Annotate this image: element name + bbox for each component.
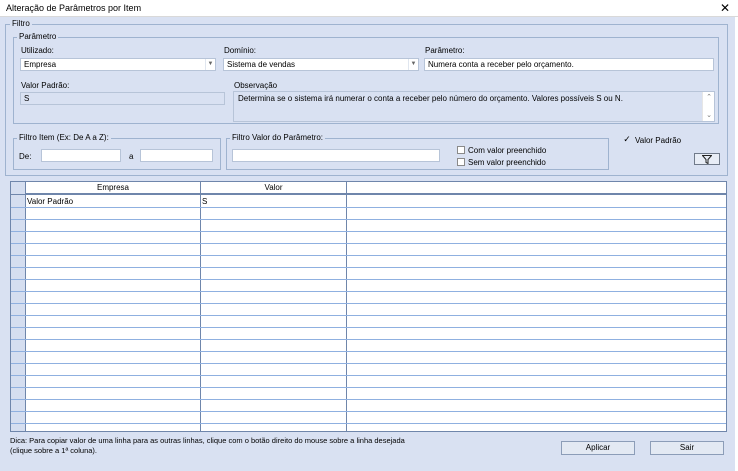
parameter-dialog: Alteração de Parâmetros por Item ✕ Filtr… xyxy=(0,0,738,471)
sem-valor-label: Sem valor preenchido xyxy=(468,158,546,167)
observacao-label: Observação xyxy=(234,81,278,90)
parameter-grid: Empresa Valor Valor Padrão S xyxy=(10,181,727,432)
column-header-valor[interactable]: Valor xyxy=(201,182,347,194)
filter-funnel-icon xyxy=(701,155,713,165)
filtro-valor-legend: Filtro Valor do Parâmetro: xyxy=(230,133,325,143)
column-header-empresa[interactable]: Empresa xyxy=(26,182,201,194)
grid-hline xyxy=(11,267,726,268)
filtro-legend: Filtro xyxy=(10,19,32,29)
a-label: a xyxy=(129,152,134,161)
valor-padrao-value: S xyxy=(24,94,30,103)
grid-hline xyxy=(11,194,726,195)
grid-hline xyxy=(11,243,726,244)
grid-hline xyxy=(11,279,726,280)
utilizado-select[interactable]: Empresa ▼ xyxy=(20,58,216,71)
filtro-valor-input[interactable] xyxy=(232,149,440,162)
de-label: De: xyxy=(19,152,32,161)
parametro-legend: Parâmetro xyxy=(17,32,59,42)
grid-hline xyxy=(11,387,726,388)
cell-valor[interactable]: S xyxy=(202,196,207,207)
utilizado-value: Empresa xyxy=(24,60,57,69)
grid-hline xyxy=(11,423,726,424)
hint-text: Dica: Para copiar valor de uma linha par… xyxy=(10,436,405,455)
valor-padrao-checkbox[interactable]: ✓ xyxy=(623,135,631,144)
grid-hline xyxy=(11,399,726,400)
apply-filter-button[interactable] xyxy=(694,153,720,165)
parametro-label: Parâmetro: xyxy=(425,46,465,55)
filtro-item-legend: Filtro Item (Ex: De A a Z): xyxy=(17,133,111,143)
valor-padrao-field: S xyxy=(20,92,225,105)
memo-scrollbar[interactable]: ⌃ ⌄ xyxy=(702,92,714,121)
dominio-label: Domínio: xyxy=(224,46,257,55)
close-icon[interactable]: ✕ xyxy=(720,1,730,15)
grid-hline xyxy=(11,351,726,352)
window-title: Alteração de Parâmetros por Item xyxy=(6,3,142,13)
grid-hline xyxy=(11,315,726,316)
grid-hline xyxy=(11,255,726,256)
scroll-up-icon[interactable]: ⌃ xyxy=(703,93,715,102)
grid-hline xyxy=(11,375,726,376)
grid-hline xyxy=(11,303,726,304)
grid-hline xyxy=(11,411,726,412)
column-header-filler xyxy=(347,182,726,194)
a-input[interactable] xyxy=(140,149,213,162)
scroll-down-icon[interactable]: ⌄ xyxy=(703,111,715,120)
parametro-value: Numera conta a receber pelo orçamento. xyxy=(428,60,574,69)
chevron-down-icon[interactable]: ▼ xyxy=(408,59,418,70)
de-input[interactable] xyxy=(41,149,121,162)
grid-hline xyxy=(11,363,726,364)
grid-hline xyxy=(11,291,726,292)
com-valor-checkbox[interactable] xyxy=(457,146,465,154)
dominio-value: Sistema de vendas xyxy=(227,60,296,69)
valor-padrao-check-label: Valor Padrão xyxy=(635,136,682,145)
grid-hline xyxy=(11,231,726,232)
sem-valor-checkbox[interactable] xyxy=(457,158,465,166)
valor-padrao-label: Valor Padrão: xyxy=(21,81,70,90)
grid-hline xyxy=(11,327,726,328)
grid-hline xyxy=(11,339,726,340)
parametro-field[interactable]: Numera conta a receber pelo orçamento. xyxy=(424,58,714,71)
observacao-memo[interactable]: Determina se o sistema irá numerar o con… xyxy=(233,91,715,122)
com-valor-label: Com valor preenchido xyxy=(468,146,547,155)
dominio-select[interactable]: Sistema de vendas ▼ xyxy=(223,58,419,71)
title-bar: Alteração de Parâmetros por Item ✕ xyxy=(0,0,738,17)
grid-hline xyxy=(11,207,726,208)
cell-empresa[interactable]: Valor Padrão xyxy=(27,196,73,207)
apply-button[interactable]: Aplicar xyxy=(561,441,635,455)
grid-hline xyxy=(11,219,726,220)
chevron-down-icon[interactable]: ▼ xyxy=(205,59,215,70)
exit-button[interactable]: Sair xyxy=(650,441,724,455)
observacao-text: Determina se o sistema irá numerar o con… xyxy=(238,94,623,103)
utilizado-label: Utilizado: xyxy=(21,46,54,55)
